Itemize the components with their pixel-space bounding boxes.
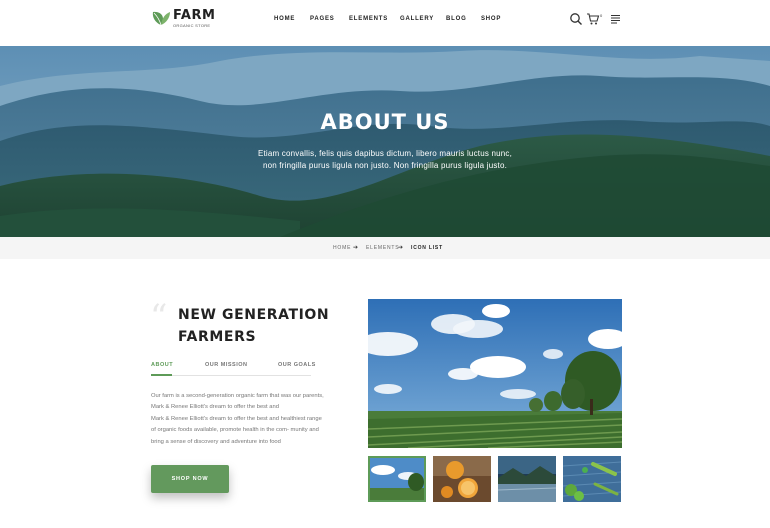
- quote-icon: “: [150, 297, 168, 337]
- nav-blog[interactable]: BLOG: [446, 16, 467, 22]
- arrow-right-icon: ➔: [398, 245, 404, 251]
- mountains-background: [0, 46, 770, 237]
- hero-title: ABOUT US: [320, 110, 450, 134]
- about-paragraph-2: Mark & Renee Elliott's dream to offer th…: [151, 416, 322, 445]
- nav-shop[interactable]: SHOP: [481, 16, 501, 22]
- cart-icon[interactable]: [586, 12, 600, 26]
- breadcrumb-elements[interactable]: ELEMENTS: [366, 245, 399, 251]
- tab-about[interactable]: ABOUT: [151, 362, 173, 368]
- thumbnail-vegetables[interactable]: [563, 456, 621, 502]
- hero-text-line1: Etiam convallis, felis quis dapibus dict…: [257, 149, 513, 158]
- leaf-logo-icon: [152, 11, 170, 26]
- shop-now-button[interactable]: SHOP NOW: [151, 465, 229, 493]
- hero-banner: ABOUT US Etiam convallis, felis quis dap…: [0, 46, 770, 237]
- site-header: Farm ORGANIC STORE HOME PAGES ELEMENTS G…: [0, 0, 770, 46]
- main-farm-photo: [368, 299, 622, 448]
- logo-subtitle: ORGANIC STORE: [173, 23, 211, 28]
- logo[interactable]: Farm ORGANIC STORE: [151, 9, 215, 31]
- search-icon[interactable]: [569, 12, 583, 26]
- arrow-right-icon: ➔: [353, 245, 359, 251]
- breadcrumb: HOME ➔ ELEMENTS ➔ ICON LIST: [0, 237, 770, 259]
- menu-icon[interactable]: [609, 12, 623, 26]
- heading-line2: FARMERS: [178, 329, 257, 345]
- info-tabs: ABOUT OUR MISSION OUR GOALS: [151, 362, 315, 376]
- nav-home[interactable]: HOME: [274, 16, 295, 22]
- thumbnail-lake[interactable]: [498, 456, 556, 502]
- active-tab-indicator: [151, 374, 172, 376]
- nav-pages[interactable]: PAGES: [310, 16, 335, 22]
- cart-count: 0: [600, 13, 603, 18]
- nav-elements[interactable]: ELEMENTS: [349, 16, 388, 22]
- tab-our-goals[interactable]: OUR GOALS: [278, 362, 316, 368]
- section-heading: NEW GENERATION FARMERS: [178, 304, 329, 348]
- nav-gallery[interactable]: GALLERY: [400, 16, 434, 22]
- tab-our-mission[interactable]: OUR MISSION: [205, 362, 247, 368]
- hero-text-line2: non fringilla purus ligula non justo. No…: [262, 161, 508, 170]
- thumbnail-orange-juice[interactable]: [433, 456, 491, 502]
- breadcrumb-current: ICON LIST: [411, 245, 443, 251]
- about-paragraph-1: Our farm is a second-generation organic …: [151, 393, 324, 411]
- logo-title: Farm: [173, 8, 216, 23]
- breadcrumb-home[interactable]: HOME: [333, 245, 351, 251]
- thumbnail-field[interactable]: [368, 456, 426, 502]
- heading-line1: NEW GENERATION: [178, 307, 330, 323]
